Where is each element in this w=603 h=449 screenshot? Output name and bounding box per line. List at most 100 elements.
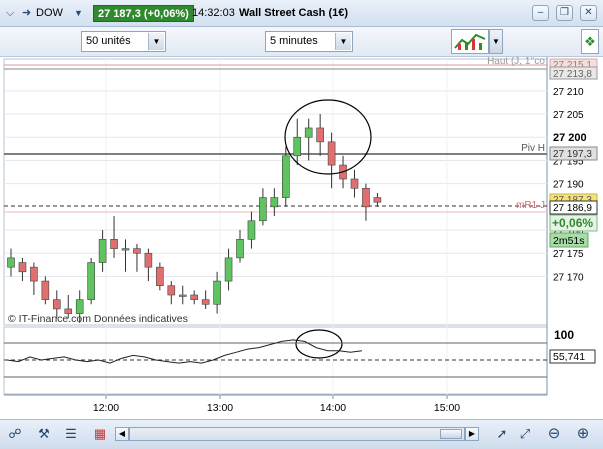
- candle-body-down: [362, 187, 370, 208]
- share-icon[interactable]: ☍: [6, 425, 24, 443]
- chart-indicators-icon: [454, 33, 486, 50]
- candle-body-down: [18, 262, 27, 273]
- oscillator-frame: [3, 326, 548, 395]
- list-icon[interactable]: ☰: [62, 425, 80, 443]
- osc-top-label: 100: [554, 328, 574, 342]
- candle-body-down: [41, 280, 50, 300]
- scroll-left-button[interactable]: ◀: [115, 427, 129, 441]
- scrollbar-thumb[interactable]: [440, 429, 462, 439]
- time-tick-label: 15:00: [434, 402, 460, 414]
- candle-body-up: [281, 155, 290, 198]
- cursor-icon[interactable]: ➚: [493, 425, 511, 443]
- change-pct: +0,06%: [552, 216, 593, 230]
- chevron-left-icon: ◀: [118, 429, 126, 438]
- time-label: 14:32:03: [192, 7, 235, 19]
- chevron-down-icon: ▼: [492, 37, 500, 46]
- chart-area[interactable]: Haut (J, 1°co Piv H mR1 J © IT-Finance.c…: [0, 56, 603, 419]
- bottom-toolbar: ☍ ⚒ ☰ ▦ ◀ ▶ ➚ ⤢ ⊖ ⊕: [0, 419, 603, 449]
- candle-body-up: [87, 262, 95, 300]
- candle-body-down: [190, 294, 198, 300]
- expand-icon: ❖: [584, 34, 596, 49]
- candle-body-down: [110, 239, 118, 249]
- price-change-badge: 27 187,3 (+0,06%): [93, 5, 194, 22]
- close-icon: ✕: [584, 7, 593, 18]
- level-piv-label: Piv H: [521, 143, 545, 154]
- chevron-down-icon[interactable]: ▼: [335, 33, 351, 50]
- candle-body-down: [167, 285, 176, 296]
- time-tick-label: 12:00: [93, 402, 119, 414]
- zoom-in-icon[interactable]: ⊕: [574, 425, 592, 443]
- candle-body-down: [144, 252, 153, 268]
- price-tick-label: 27 175: [553, 249, 584, 260]
- price-tick-label: 27 200: [553, 132, 587, 144]
- price-tick-label: 27 205: [553, 110, 584, 121]
- level-haut-label: Haut (J, 1°co: [487, 57, 545, 67]
- main-plot-frame: [3, 58, 548, 326]
- candle-body-down: [133, 248, 141, 254]
- side-panel-button[interactable]: ❖: [581, 29, 599, 54]
- title-bar: ⌵ ➜ DOW ▼ 27 187,3 (+0,06%) 14:32:03 Wal…: [0, 0, 603, 27]
- candle-body-up: [247, 220, 256, 240]
- zoom-out-icon[interactable]: ⊖: [545, 425, 563, 443]
- candle-body-down: [373, 197, 382, 203]
- candle: [87, 257, 95, 305]
- chart-type-button[interactable]: [451, 29, 489, 54]
- candle-body-down: [201, 299, 210, 305]
- candle-body-up: [270, 197, 279, 208]
- toolbar: 50 unités ▼ 5 minutes ▼ ▼ ❖: [0, 27, 603, 57]
- level-haut-value2: 27 213,8: [553, 69, 592, 80]
- minimize-button[interactable]: –: [532, 5, 549, 21]
- units-select[interactable]: 50 unités ▼: [81, 31, 166, 52]
- candle-body-up: [178, 294, 187, 297]
- watermark-text: © IT-Finance.com Données indicatives: [8, 313, 188, 325]
- candle-body-up: [304, 127, 313, 138]
- candle-body-down: [327, 141, 336, 166]
- candle-body-up: [7, 257, 15, 268]
- price-ticks: 27 21027 20527 20027 19527 19027 18027 1…: [553, 87, 587, 284]
- time-tick-label: 13:00: [207, 402, 233, 414]
- price-tick-label: 27 210: [553, 87, 584, 98]
- tools-icon[interactable]: ⚒: [35, 425, 53, 443]
- scroll-right-button[interactable]: ▶: [465, 427, 479, 441]
- interval-select-value: 5 minutes: [270, 35, 318, 47]
- time-axis: [0, 395, 603, 419]
- countdown: 2m51s: [553, 235, 585, 247]
- candle-body-up: [75, 299, 84, 314]
- instrument-title: Wall Street Cash (1€): [239, 7, 349, 19]
- price-tick-label: 27 190: [553, 180, 584, 191]
- time-tick-label: 14:00: [320, 402, 346, 414]
- chevron-down-icon[interactable]: ▼: [148, 33, 164, 50]
- candle-body-down: [30, 266, 38, 282]
- indicators-icon[interactable]: ▦: [91, 425, 109, 443]
- candle-body-down: [350, 178, 359, 189]
- candle-body-up: [236, 239, 244, 259]
- osc-value: 55,741: [553, 351, 585, 363]
- interval-select[interactable]: 5 minutes ▼: [265, 31, 353, 52]
- candle-body-up: [259, 197, 267, 222]
- candle-body-down: [156, 266, 164, 287]
- horizontal-scrollbar[interactable]: [129, 427, 465, 441]
- close-button[interactable]: ✕: [580, 5, 597, 21]
- fit-icon[interactable]: ⤢: [516, 425, 534, 443]
- chevron-down-icon[interactable]: ⌵: [6, 5, 14, 22]
- chart-type-dropdown[interactable]: ▼: [489, 29, 503, 54]
- units-select-value: 50 unités: [86, 35, 131, 47]
- candle-body-up: [224, 257, 233, 282]
- restore-button[interactable]: ❐: [556, 5, 573, 21]
- restore-icon: ❐: [560, 7, 569, 18]
- minimize-icon: –: [537, 7, 544, 18]
- candle-body-up: [293, 136, 302, 157]
- candle-body-up: [121, 248, 130, 251]
- symbol-label[interactable]: DOW: [36, 5, 63, 22]
- candle-body-up: [98, 239, 107, 263]
- candle-body-down: [52, 299, 61, 310]
- candle-body-down: [316, 127, 324, 143]
- level-mr1-label: mR1 J: [516, 200, 545, 211]
- dropdown-arrow-icon[interactable]: ▼: [74, 5, 83, 22]
- candle: [281, 146, 290, 207]
- candle-body-up: [213, 280, 221, 305]
- arrow-right-icon[interactable]: ➜: [22, 5, 31, 22]
- price-tick-label: 27 170: [553, 272, 584, 283]
- current-value: 27 186,9: [553, 203, 592, 214]
- price-chart[interactable]: Haut (J, 1°co Piv H mR1 J © IT-Finance.c…: [0, 56, 603, 419]
